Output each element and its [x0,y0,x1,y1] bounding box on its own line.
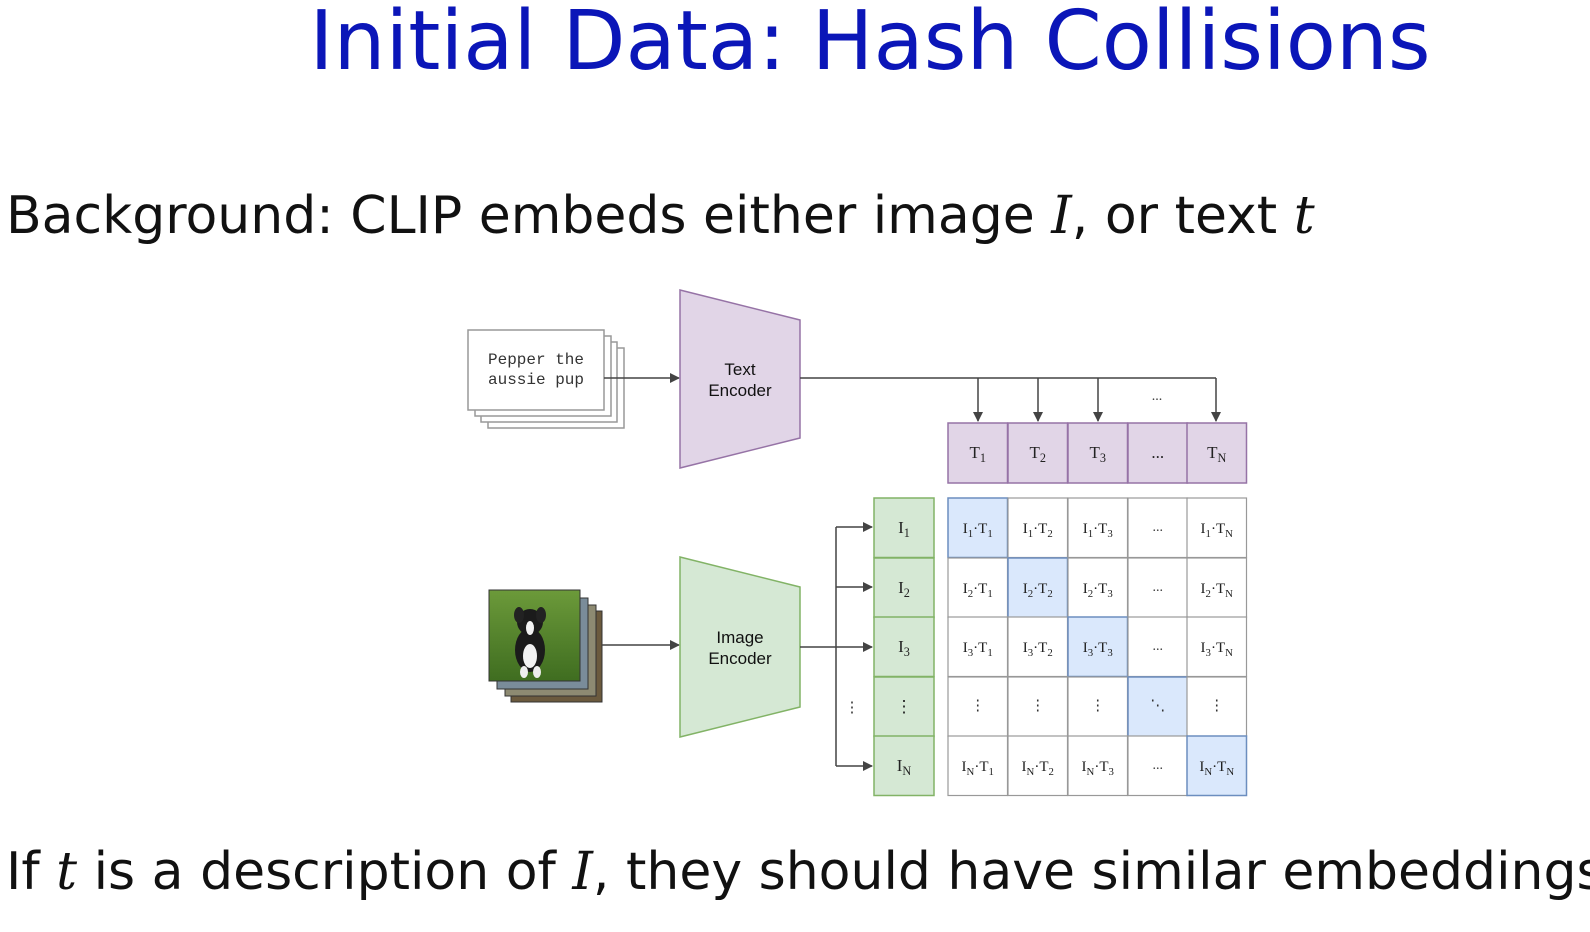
matrix-ellipsis-label: ... [1153,520,1164,535]
image-encoder-label-1: Image [716,628,763,647]
matrix-ellipsis-label: ... [1153,758,1164,773]
image-variable: I [572,842,593,902]
text-encoder: Text Encoder [679,289,801,469]
caption-line-1: Pepper the [488,351,584,369]
image-stack [488,589,603,703]
text-arrows-ellipsis: ... [1152,389,1163,404]
caption-line-2: aussie pup [488,371,584,389]
image-embedding-label: ⋮ [896,697,913,716]
conclusion-prefix: If [6,842,57,902]
matrix-ellipsis-label: ... [1153,639,1164,654]
matrix-dots-label: ⋱ [1150,696,1165,714]
text-variable: t [56,842,78,902]
text-encoder-label-2: Encoder [708,381,772,400]
matrix-dots-label: ⋮ [970,696,985,714]
text-output-arrows: ... [800,377,1221,422]
text-embedding-label: ... [1151,443,1164,462]
caption-stack: Pepper the aussie pup [467,329,625,429]
side-ellipsis: ⋮ [845,700,860,716]
conclusion-middle: is a description of [77,842,573,902]
text-encoder-label-1: Text [724,360,755,379]
matrix-ellipsis-label: ... [1153,580,1164,595]
image-embedding-column: I1I2I3⋮IN [873,497,935,797]
clip-diagram: Pepper the aussie pup Text Encoder ... T… [467,289,1248,797]
matrix-dots-label: ⋮ [1209,696,1224,714]
image-encoder-label-2: Encoder [708,649,772,668]
conclusion-statement: If t is a description of I, they should … [6,842,1590,902]
matrix-dots-label: ⋮ [1090,696,1105,714]
text-embedding-row: T1 T2 T3... TN [947,422,1248,484]
conclusion-suffix: , they should have similar embeddings [592,842,1590,902]
matrix-dots-label: ⋮ [1030,696,1045,714]
image-encoder: Image Encoder [679,556,801,738]
similarity-matrix: I1·T1 I1·T2 I1·T3... I1·TNI2·T1 I2·T2 I2·T3..… [947,497,1248,797]
image-output-arrows: ⋮ [800,522,873,771]
